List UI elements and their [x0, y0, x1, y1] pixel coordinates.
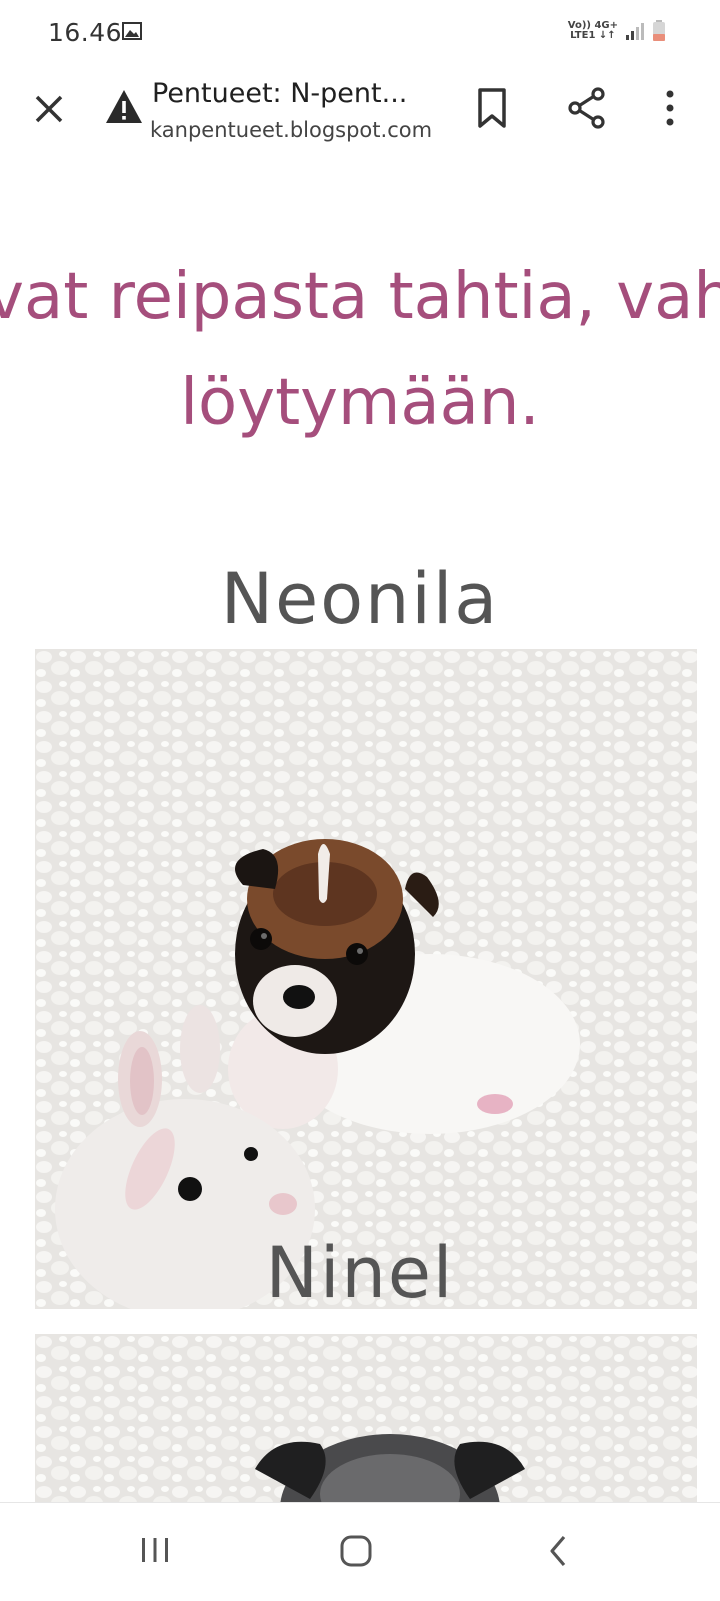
share-icon[interactable]	[566, 86, 608, 130]
status-indicators: Vo)) 4G+ LTE1 ↓↑	[568, 20, 666, 42]
network-indicator: Vo)) 4G+ LTE1 ↓↑	[567, 20, 618, 41]
status-bar: 16.46 Vo)) 4G+ LTE1 ↓↑	[0, 0, 720, 62]
puppy-name-heading: Ninel	[265, 1232, 455, 1314]
browser-toolbar: Pentueet: N-pent... kanpentueet.blogspot…	[0, 62, 720, 166]
warning-icon[interactable]	[104, 88, 144, 126]
bookmark-icon[interactable]	[474, 86, 510, 130]
puppy-photo-image	[35, 649, 697, 1309]
puppy-photo[interactable]	[35, 649, 697, 1309]
status-time: 16.46	[48, 18, 123, 47]
puppy-photo-image	[35, 1334, 697, 1502]
more-icon[interactable]	[660, 88, 680, 128]
page-content: vat reipasta tahtia, vah löytymään. Neon…	[0, 164, 720, 1502]
system-nav-bar	[0, 1502, 720, 1601]
recents-icon[interactable]	[138, 1533, 172, 1567]
article-headline-line1: vat reipasta tahtia, vah	[0, 260, 720, 334]
puppy-name-heading: Neonila	[220, 558, 500, 640]
puppy-photo[interactable]	[35, 1334, 697, 1502]
page-url[interactable]: kanpentueet.blogspot.com	[150, 118, 440, 142]
home-icon[interactable]	[338, 1533, 374, 1569]
article-headline-line2: löytymään.	[180, 366, 540, 440]
page-title[interactable]: Pentueet: N-pent...	[152, 78, 407, 109]
signal-icon	[626, 23, 644, 40]
back-icon[interactable]	[546, 1533, 570, 1569]
close-icon[interactable]	[30, 90, 68, 128]
battery-icon	[653, 20, 665, 41]
gallery-notification-icon	[122, 22, 142, 40]
